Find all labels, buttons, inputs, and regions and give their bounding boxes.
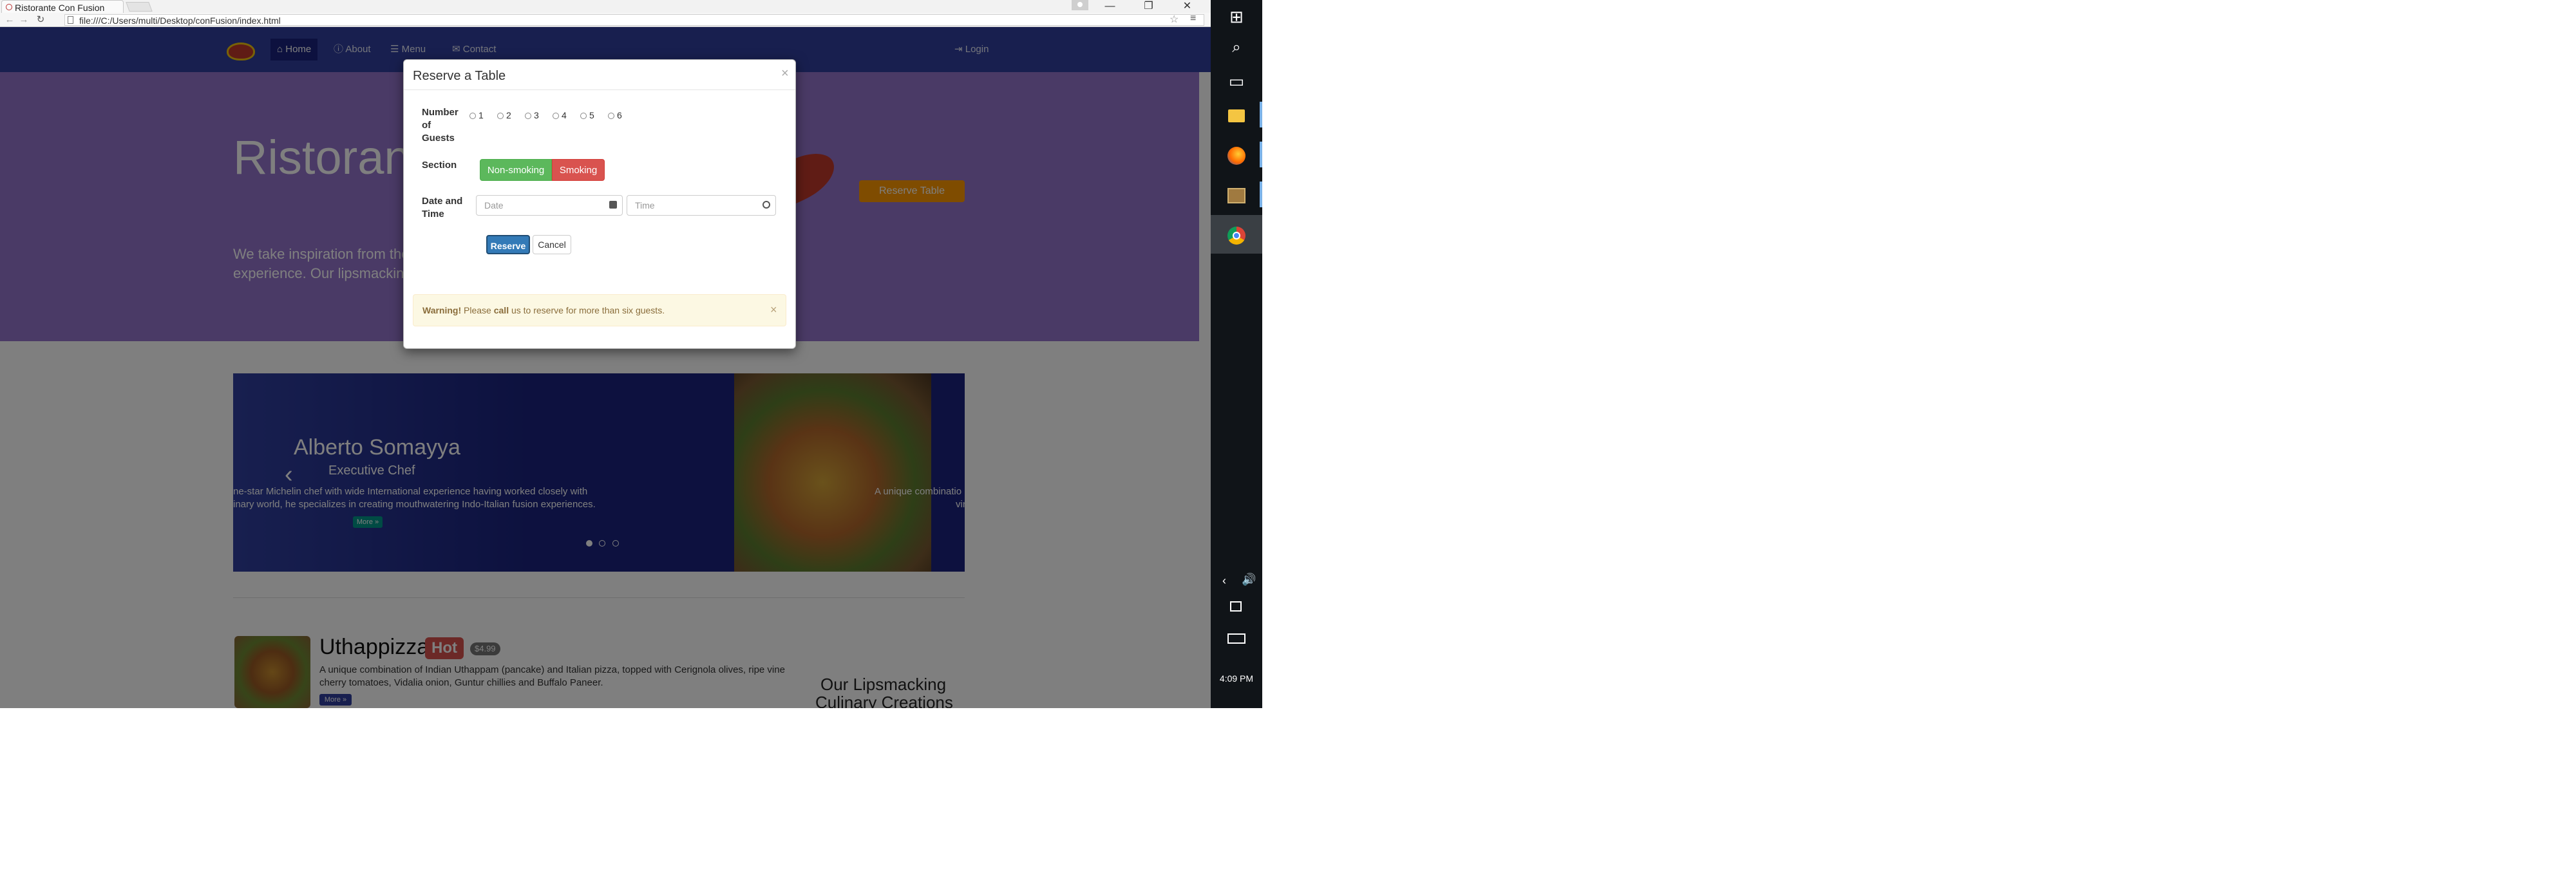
radio-circle-icon <box>553 113 559 119</box>
alert-bold-word: call <box>493 305 509 315</box>
address-bar[interactable]: file:///C:/Users/multi/Desktop/conFusion… <box>64 14 1204 26</box>
clock-icon <box>762 201 770 209</box>
photo-app-icon[interactable] <box>1225 183 1248 206</box>
guest-radio-2[interactable]: 2 <box>497 110 511 120</box>
radio-circle-icon <box>580 113 587 119</box>
radio-circle-icon <box>469 113 476 119</box>
guest-option-label: 2 <box>506 110 511 120</box>
guest-radio-4[interactable]: 4 <box>553 110 567 120</box>
tray-chevron-icon[interactable]: ‹ <box>1222 574 1226 588</box>
radio-circle-icon <box>525 113 531 119</box>
guests-label: Number of Guests <box>422 107 459 144</box>
reload-icon[interactable]: ↻ <box>35 14 46 26</box>
chrome-icon[interactable] <box>1225 223 1248 246</box>
bookmark-star-icon[interactable]: ☆ <box>1170 13 1179 26</box>
non-smoking-toggle[interactable]: Non-smoking <box>480 159 552 181</box>
date-placeholder: Date <box>484 200 504 211</box>
alert-text-before: Please <box>461 305 494 315</box>
alert-text-after: us to reserve for more than six guests. <box>509 305 665 315</box>
section-label: Section <box>422 160 457 171</box>
date-input[interactable]: Date <box>476 195 623 216</box>
guest-radio-1[interactable]: 1 <box>469 110 484 120</box>
smoking-toggle[interactable]: Smoking <box>552 159 605 181</box>
volume-icon[interactable]: 🔊 <box>1242 573 1256 586</box>
guest-radio-6[interactable]: 6 <box>608 110 622 120</box>
guest-option-label: 1 <box>478 110 484 120</box>
browser-titlebar: Ristorante Con Fusion — ❐ ✕ <box>0 0 1211 13</box>
guest-radio-5[interactable]: 5 <box>580 110 594 120</box>
favicon-icon <box>6 4 12 10</box>
search-icon[interactable]: ⌕ <box>1225 36 1248 59</box>
desktop-screen: Ristorante Con Fusion — ❐ ✕ ← → ↻ file:/… <box>0 0 1262 708</box>
notification-icon[interactable] <box>1230 601 1242 612</box>
url-text[interactable]: file:///C:/Users/multi/Desktop/conFusion… <box>79 15 281 26</box>
guest-option-label: 3 <box>534 110 539 120</box>
keyboard-icon[interactable] <box>1227 633 1245 644</box>
modal-title: Reserve a Table <box>413 69 506 83</box>
page-icon <box>68 16 73 24</box>
chrome-menu-icon[interactable]: ≡ <box>1190 13 1196 24</box>
alert-strong: Warning! <box>422 305 462 315</box>
new-tab-button[interactable] <box>126 2 153 12</box>
windows-start-icon[interactable]: ⊞ <box>1225 5 1248 28</box>
close-window-button[interactable]: ✕ <box>1170 0 1205 13</box>
time-placeholder: Time <box>635 200 655 211</box>
firefox-icon[interactable] <box>1225 143 1248 166</box>
modal-close-icon[interactable]: × <box>781 66 789 81</box>
radio-circle-icon <box>608 113 614 119</box>
guest-option-label: 6 <box>617 110 622 120</box>
warning-alert: Warning! Please call us to reserve for m… <box>413 294 786 326</box>
alert-close-icon[interactable]: × <box>770 303 777 317</box>
maximize-button[interactable]: ❐ <box>1131 0 1166 13</box>
file-explorer-icon[interactable] <box>1225 103 1248 126</box>
user-profile-icon[interactable] <box>1072 0 1088 10</box>
reserve-table-modal: Reserve a Table × Number of Guests 1 2 3… <box>403 59 796 349</box>
date-time-label: Date and Time <box>422 196 463 220</box>
time-input[interactable]: Time <box>627 195 776 216</box>
tab-title: Ristorante Con Fusion <box>15 3 105 13</box>
forward-arrow-icon[interactable]: → <box>18 14 30 26</box>
taskbar-clock[interactable]: 4:09 PM <box>1211 673 1262 684</box>
calendar-icon <box>609 201 617 209</box>
back-arrow-icon[interactable]: ← <box>4 14 15 26</box>
minimize-button[interactable]: — <box>1092 0 1128 13</box>
radio-circle-icon <box>497 113 504 119</box>
reserve-button[interactable]: Reserve <box>486 235 530 254</box>
page-viewport: ⌂ Home ⓘ About ☰ Menu ✉ Contact ⇥ Login … <box>0 27 1211 708</box>
cancel-button[interactable]: Cancel <box>533 235 571 254</box>
alert-text: Warning! Please call us to reserve for m… <box>422 305 665 315</box>
running-indicator <box>1260 182 1262 207</box>
modal-header-divider <box>404 89 795 90</box>
browser-toolbar: ← → ↻ file:///C:/Users/multi/Desktop/con… <box>0 13 1211 27</box>
guest-option-label: 4 <box>562 110 567 120</box>
windows-taskbar: ⊞ ⌕ ▭ ‹ 🔊 4:09 PM <box>1211 0 1262 708</box>
guest-radio-3[interactable]: 3 <box>525 110 539 120</box>
running-indicator <box>1260 142 1262 167</box>
browser-tab[interactable]: Ristorante Con Fusion <box>1 0 124 13</box>
task-view-icon[interactable]: ▭ <box>1225 70 1248 93</box>
guest-option-label: 5 <box>589 110 594 120</box>
running-indicator <box>1260 102 1262 127</box>
